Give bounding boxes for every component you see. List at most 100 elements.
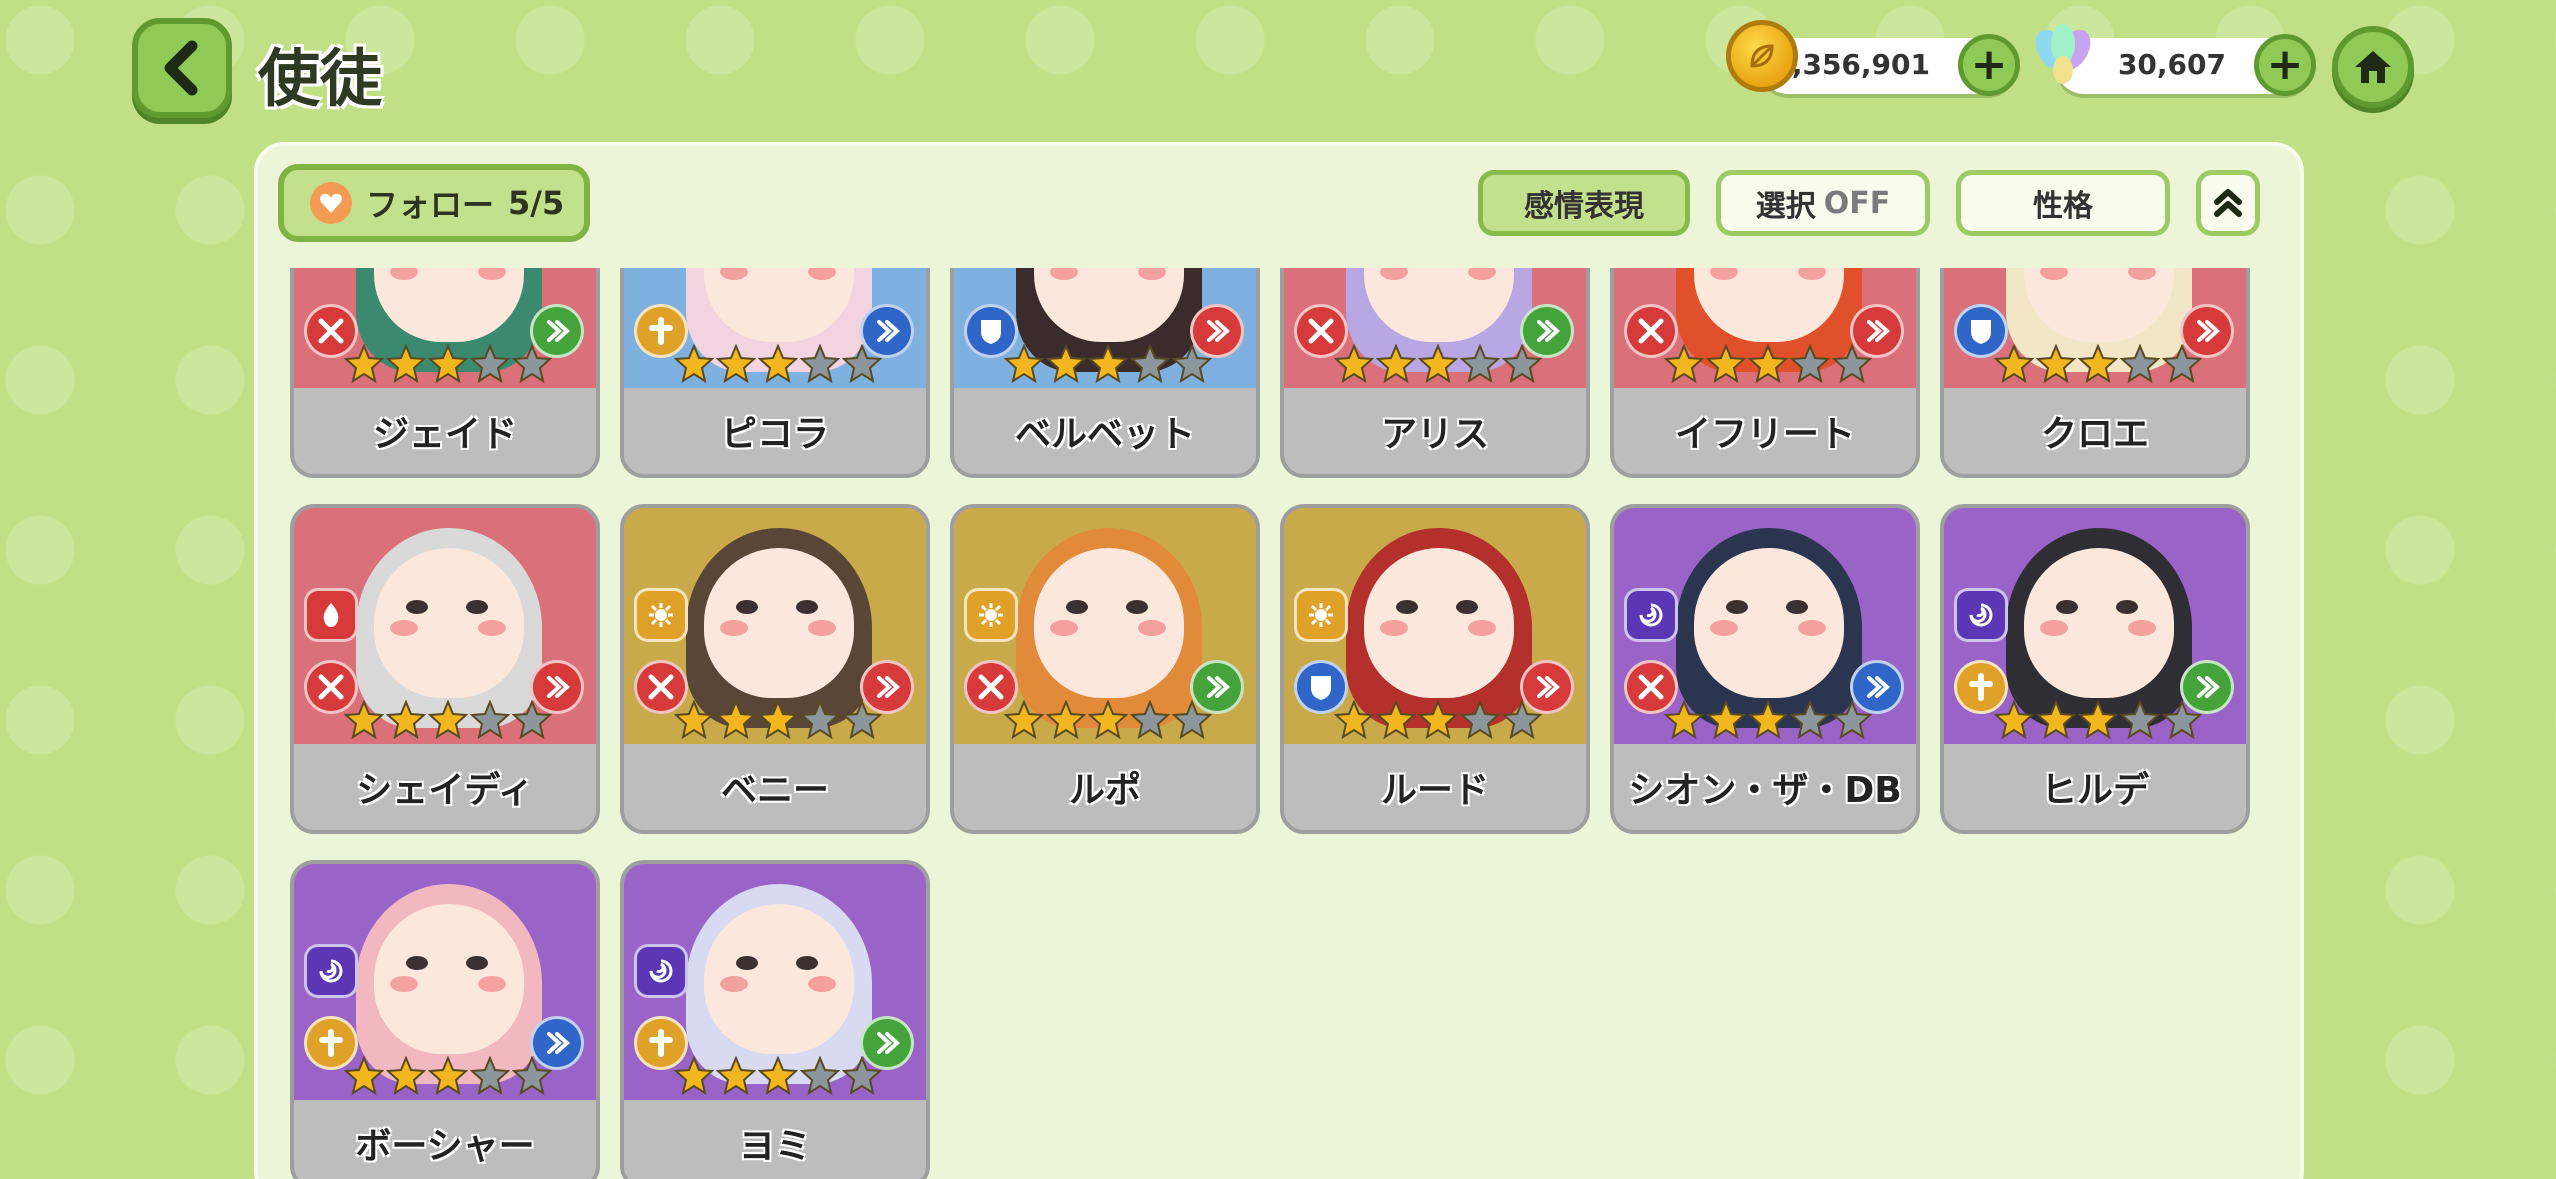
star-filled-icon [1004,700,1044,740]
emotion-button[interactable]: 感情表現 [1478,170,1690,236]
star-filled-icon [2036,700,2076,740]
character-blush [808,976,836,992]
character-name: アリス [1284,388,1586,474]
character-name: ボーシャー [294,1100,596,1179]
star-filled-icon [1088,700,1128,740]
star-filled-icon [758,700,798,740]
character-portrait [1944,268,2246,392]
star-empty-icon [1460,344,1500,384]
character-card[interactable]: ピコラ [620,268,930,478]
character-name: ヨミ [624,1100,926,1179]
star-filled-icon [344,700,384,740]
character-card[interactable]: ボーシャー [290,860,600,1179]
fire-element-icon [304,588,358,642]
character-eye [1456,600,1478,614]
character-eye [1126,600,1148,614]
star-filled-icon [674,1056,714,1096]
star-filled-icon [1334,700,1374,740]
add-gold-button[interactable]: + [1958,34,2020,96]
star-empty-icon [1502,344,1542,384]
star-rating [674,700,882,740]
star-filled-icon [1376,700,1416,740]
star-filled-icon [1994,344,2034,384]
star-empty-icon [1172,344,1212,384]
star-rating [1334,700,1542,740]
emotion-label: 感情表現 [1524,189,1644,224]
star-filled-icon [758,344,798,384]
star-filled-icon [2078,700,2118,740]
back-button[interactable] [132,18,232,118]
character-eye [796,956,818,970]
character-portrait [294,268,596,392]
character-card[interactable]: ベニー [620,504,930,834]
character-portrait [1284,508,1586,748]
character-blush [2040,620,2068,636]
follow-button[interactable]: フォロー 5/5 [278,164,590,242]
star-empty-icon [470,1056,510,1096]
character-card[interactable]: クロエ [1940,268,2250,478]
character-eye [1396,600,1418,614]
personality-button[interactable]: 性格 [1956,170,2170,236]
character-card[interactable]: ヒルデ [1940,504,2250,834]
star-rating [344,700,552,740]
character-card[interactable]: アリス [1280,268,1590,478]
character-card[interactable]: ベルベット [950,268,1260,478]
character-portrait [1614,268,1916,392]
character-portrait [1284,268,1586,392]
character-card[interactable]: ルード [1280,504,1590,834]
star-rating [1994,344,2202,384]
character-eye [406,600,428,614]
character-blush [1798,620,1826,636]
character-card[interactable]: シェイディ [290,504,600,834]
star-rating [1334,344,1542,384]
character-portrait [954,508,1256,748]
gold-coin-icon [1726,20,1798,92]
star-filled-icon [1664,344,1704,384]
character-card[interactable]: ヨミ [620,860,930,1179]
character-card[interactable]: ルポ [950,504,1260,834]
character-grid[interactable]: ジェイド ピコラ ベルベット アリス イフリート クロエシェイディ ベニー ルポ ルード シオン・… [290,268,2280,1179]
character-name: ベルベット [954,388,1256,474]
collapse-button[interactable] [2196,170,2260,236]
star-filled-icon [716,1056,756,1096]
character-card[interactable]: シオン・ザ・DB [1610,504,1920,834]
character-card[interactable]: イフリート [1610,268,1920,478]
star-rating [344,1056,552,1096]
character-eye [466,956,488,970]
star-empty-icon [512,700,552,740]
star-empty-icon [1460,700,1500,740]
heart-icon [310,182,352,224]
gold-currency: 1,356,901 + [1760,34,2020,96]
star-filled-icon [344,1056,384,1096]
dark-element-icon [304,944,358,998]
character-eye [1786,600,1808,614]
star-filled-icon [1706,344,1746,384]
star-filled-icon [1376,344,1416,384]
character-card[interactable]: ジェイド [290,268,600,478]
character-eye [406,956,428,970]
home-button[interactable] [2332,26,2414,108]
character-eye [466,600,488,614]
star-rating [674,1056,882,1096]
star-filled-icon [1418,700,1458,740]
character-portrait [294,508,596,748]
star-empty-icon [800,1056,840,1096]
select-toggle[interactable]: 選択 OFF [1716,170,1930,236]
character-portrait [624,508,926,748]
character-name: ルポ [954,744,1256,830]
crystal-flower-icon [2035,24,2091,84]
star-filled-icon [758,1056,798,1096]
character-eye [736,600,758,614]
star-filled-icon [716,344,756,384]
character-name: ルード [1284,744,1586,830]
character-name: イフリート [1614,388,1916,474]
character-blush [720,976,748,992]
star-filled-icon [1748,344,1788,384]
character-name: ヒルデ [1944,744,2246,830]
star-filled-icon [1994,700,2034,740]
star-rating [1664,344,1872,384]
star-filled-icon [1706,700,1746,740]
character-blush [478,620,506,636]
star-empty-icon [1790,700,1830,740]
add-gem-button[interactable]: + [2254,34,2316,96]
